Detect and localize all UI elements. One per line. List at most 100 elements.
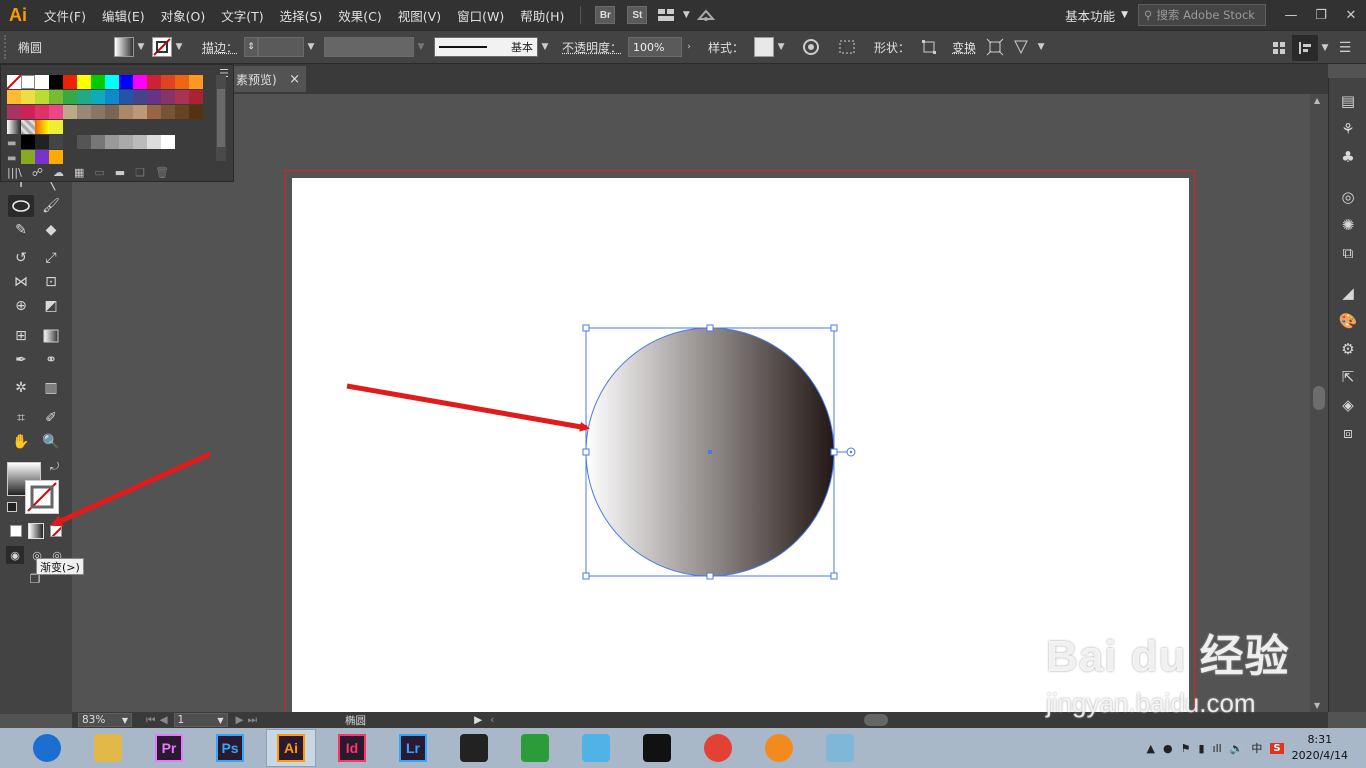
color-swatch[interactable]	[105, 75, 119, 89]
color-swatch[interactable]	[63, 90, 77, 104]
mesh-tool-icon[interactable]: ⊞	[8, 325, 34, 347]
color-swatch[interactable]	[119, 135, 133, 149]
stock-button[interactable]: St	[627, 6, 648, 24]
taskbar-app-lightroom[interactable]: Lr	[388, 729, 438, 767]
chevron-down-icon[interactable]: ▼	[414, 42, 428, 52]
column-graph-tool-icon[interactable]: ▥	[38, 377, 64, 399]
folder-icon[interactable]: ▬	[115, 166, 125, 179]
color-swatch[interactable]	[147, 105, 161, 119]
color-swatch[interactable]	[133, 90, 147, 104]
perspective-grid-tool-icon[interactable]: ◩	[38, 295, 64, 317]
width-tool-icon[interactable]: ⋈	[8, 271, 34, 293]
align-panel-icon[interactable]	[1292, 35, 1318, 61]
color-swatch[interactable]	[77, 75, 91, 89]
scroll-left-icon[interactable]: ‹	[490, 714, 494, 726]
taskbar-app-notes-app[interactable]	[815, 729, 865, 767]
color-swatch[interactable]	[49, 135, 63, 149]
color-swatch[interactable]	[147, 135, 161, 149]
chevron-down-icon[interactable]: ▼	[304, 42, 318, 52]
chevron-down-icon[interactable]: ▼	[1318, 43, 1332, 53]
menu-type[interactable]: 文字(T)	[213, 0, 271, 30]
gpu-performance-icon[interactable]	[693, 2, 719, 28]
arrange-documents-icon[interactable]	[653, 2, 679, 28]
zoom-tool-icon[interactable]: 🔍	[38, 431, 64, 453]
color-swatch[interactable]	[189, 105, 203, 119]
isolate-icon[interactable]	[1266, 35, 1292, 61]
workspace-switcher[interactable]: 基本功能 ▼	[1055, 6, 1138, 25]
asset-export-icon[interactable]: ⧉	[1337, 242, 1359, 264]
sogou-ime-icon[interactable]: S	[1270, 742, 1284, 754]
color-swatch[interactable]	[175, 105, 189, 119]
taskbar-app-chrome[interactable]	[693, 729, 743, 767]
horizontal-scroll-thumb[interactable]	[864, 714, 889, 726]
battery-icon[interactable]: ▮	[1198, 742, 1204, 755]
artboard-number-field[interactable]: 1 ▼	[173, 713, 228, 727]
shape-properties-icon[interactable]	[916, 34, 942, 60]
color-swatch[interactable]	[133, 135, 147, 149]
close-tab-icon[interactable]: ×	[289, 72, 300, 87]
swatch-options-icon[interactable]: ▦	[74, 166, 84, 179]
color-swatch[interactable]	[21, 90, 35, 104]
grip-handle[interactable]	[4, 35, 12, 59]
chevron-down-icon[interactable]: ▼	[679, 10, 693, 20]
transform-label[interactable]: 变换	[946, 39, 982, 56]
taskbar-app-color-app[interactable]	[510, 729, 560, 767]
color-swatch[interactable]	[63, 75, 77, 89]
color-swatch[interactable]	[49, 90, 63, 104]
color-swatch[interactable]	[21, 150, 35, 164]
paintbrush-tool-icon[interactable]: 🖌	[38, 195, 64, 217]
puppet-warp-icon[interactable]	[1008, 34, 1034, 60]
qq-tray-icon[interactable]: ●	[1163, 742, 1173, 755]
color-swatch[interactable]	[147, 90, 161, 104]
swap-fill-stroke-icon[interactable]: ⤾	[50, 460, 59, 474]
color-swatch[interactable]	[189, 75, 203, 89]
next-artboard-icon[interactable]: ▶	[236, 714, 244, 726]
color-swatch[interactable]	[21, 105, 35, 119]
wifi-icon[interactable]: ıll	[1213, 742, 1222, 755]
swatch-scroll-thumb[interactable]	[217, 89, 225, 147]
stroke-weight-field[interactable]	[258, 37, 305, 57]
taskbar-app-browser-ie[interactable]	[22, 729, 72, 767]
eraser-tool-icon[interactable]: ◆	[38, 219, 64, 241]
taskbar-app-bird-app[interactable]	[571, 729, 621, 767]
color-swatch[interactable]	[35, 90, 49, 104]
opacity-label[interactable]: 不透明度：	[556, 39, 628, 56]
zoom-field[interactable]: 83% ▼	[78, 713, 132, 727]
gradient-tool-icon[interactable]	[38, 325, 64, 347]
draw-normal-icon[interactable]: ◉	[6, 546, 24, 564]
stock-search-input[interactable]: ⚲ 搜索 Adobe Stock	[1138, 4, 1266, 26]
color-swatch[interactable]	[35, 150, 49, 164]
color-swatch[interactable]	[6, 74, 22, 90]
color-swatch[interactable]	[161, 105, 175, 119]
slice-tool-icon[interactable]: ✐	[38, 407, 64, 429]
eyedropper-tool-icon[interactable]: ✒	[8, 349, 34, 371]
scale-tool-icon[interactable]: ⤢	[38, 247, 64, 269]
variable-width-field[interactable]	[324, 37, 415, 57]
color-swatch[interactable]	[105, 90, 119, 104]
document-tab[interactable]: 素预览) ×	[234, 66, 306, 92]
color-theme-icon[interactable]: ⚙	[1337, 338, 1359, 360]
close-button[interactable]: ✕	[1336, 0, 1366, 30]
status-menu-icon[interactable]: ▶	[474, 714, 482, 726]
color-swatch[interactable]	[175, 90, 189, 104]
color-swatch[interactable]	[49, 150, 63, 164]
menu-select[interactable]: 选择(S)	[272, 0, 331, 30]
gradient-mode-button[interactable]	[28, 523, 44, 539]
color-swatch[interactable]	[105, 135, 119, 149]
chevron-down-icon[interactable]: ▼	[1034, 42, 1048, 52]
network-warning-icon[interactable]: ⚑	[1181, 742, 1191, 755]
opacity-input[interactable]: 100%	[628, 37, 683, 57]
graphic-style-swatch[interactable]	[754, 37, 775, 57]
appearance-icon[interactable]: ✺	[1337, 214, 1359, 236]
color-swatch[interactable]	[21, 75, 35, 89]
stroke-swatch[interactable]	[152, 37, 172, 57]
bridge-button[interactable]: Br	[595, 6, 616, 24]
stroke-weight-stepper[interactable]: ⇕	[244, 37, 259, 57]
color-swatch[interactable]	[91, 105, 105, 119]
cloud-library-icon[interactable]: ☁	[53, 166, 64, 179]
color-swatch[interactable]	[91, 75, 105, 89]
swatch-library-icon[interactable]: |||\	[7, 166, 22, 179]
taskbar-app-orange-app[interactable]	[754, 729, 804, 767]
swatch-kinds-icon[interactable]: ☍	[32, 166, 43, 179]
align-selection-icon[interactable]	[834, 34, 860, 60]
